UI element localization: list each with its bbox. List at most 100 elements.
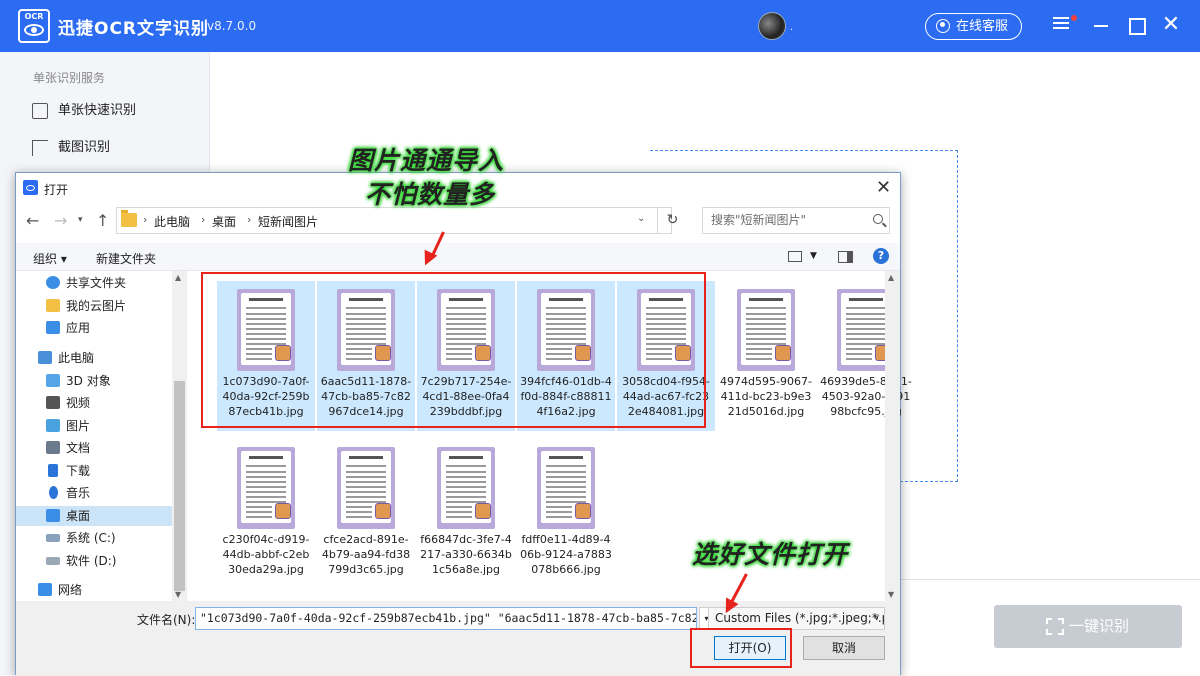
file-type-value: Custom Files (*.jpg;*.jpeg;*.p <box>715 611 885 625</box>
music-icon <box>49 486 58 499</box>
app-title: 迅捷OCR文字识别 <box>58 19 210 39</box>
back-arrow-icon[interactable]: ← <box>26 211 39 230</box>
filename-label: 文件名(N): <box>137 613 196 627</box>
file-name: f66847dc-3fe7-4217-a330-6634b1c56a8e.jpg <box>420 533 512 576</box>
sidebar-heading: 单张识别服务 <box>33 71 106 85</box>
crop-icon <box>32 140 48 156</box>
file-name: fdff0e11-4d89-406b-9124-a7883078b666.jpg <box>520 533 612 576</box>
notification-dot <box>1071 15 1077 21</box>
navigation-pane: 共享文件夹 我的云图片 应用 此电脑 3D 对象 视频 图片 文档 下载 音乐 … <box>16 271 187 601</box>
breadcrumb-item[interactable]: 短新闻图片 <box>258 213 318 230</box>
image-thumbnail <box>537 447 595 529</box>
nav-item-desktop[interactable]: 桌面 <box>16 506 172 526</box>
recognize-label: 一键识别 <box>1068 617 1129 635</box>
close-icon[interactable]: ✕ <box>1160 14 1182 36</box>
open-button-highlight <box>690 628 792 668</box>
documents-icon <box>46 441 60 454</box>
title-bar: OCR 迅捷OCR文字识别 v8.7.0.0 . 在线客服 ✕ <box>0 0 1200 52</box>
nav-item-3d-objects[interactable]: 3D 对象 <box>46 371 186 391</box>
image-thumbnail <box>437 447 495 529</box>
ocr-logo-icon: OCR <box>18 9 50 43</box>
callout-import-subtitle: 不怕数量多 <box>365 180 496 209</box>
folder-icon <box>121 210 137 227</box>
folder-icon <box>46 299 60 312</box>
image-thumbnail <box>237 447 295 529</box>
file-item[interactable]: 46939de5-8211-4503-92a0-f69198bcfc95.jpg <box>817 281 915 431</box>
sidebar-item-label: 截图识别 <box>58 140 111 155</box>
logo-text: OCR <box>24 12 44 21</box>
3d-objects-icon <box>46 374 60 387</box>
download-icon <box>48 464 58 477</box>
scan-icon <box>1046 618 1064 635</box>
app-small-icon <box>23 180 38 195</box>
view-mode-icon[interactable] <box>788 251 802 262</box>
dialog-toolbar: 组织 ▾ 新建文件夹 ▼ ? <box>16 243 900 271</box>
desktop-icon <box>46 509 60 522</box>
nav-item-apps[interactable]: 应用 <box>46 318 186 338</box>
online-service-button[interactable]: 在线客服 <box>925 13 1022 40</box>
view-dropdown-icon[interactable]: ▼ <box>810 251 817 261</box>
refresh-icon[interactable]: ↻ <box>657 207 687 234</box>
file-item[interactable]: fdff0e11-4d89-406b-9124-a7883078b666.jpg <box>517 439 615 589</box>
organize-button[interactable]: 组织 ▾ <box>33 250 67 267</box>
file-item[interactable]: c230f04c-d919-44db-abbf-c2eb30eda29a.jpg <box>217 439 315 589</box>
filename-input[interactable]: "1c073d90-7a0f-40da-92cf-259b87ecb41b.jp… <box>195 607 697 630</box>
sidebar-item-screenshot-recognize[interactable]: 截图识别 <box>30 138 110 158</box>
nav-scrollbar[interactable]: ▲ ▼ <box>172 271 187 601</box>
preview-pane-icon[interactable] <box>838 251 853 263</box>
nav-item-documents[interactable]: 文档 <box>46 438 186 458</box>
address-bar[interactable]: › 此电脑 › 桌面 › 短新闻图片 ⌄ ↻ <box>116 207 678 234</box>
recent-dropdown-icon[interactable]: ▾ <box>78 215 83 225</box>
dialog-title: 打开 <box>44 183 69 197</box>
menu-icon[interactable] <box>1050 14 1072 36</box>
search-icon <box>873 214 883 224</box>
nav-item-network[interactable]: 网络 <box>38 580 178 600</box>
sidebar-item-label: 单张快速识别 <box>58 103 137 118</box>
apps-icon <box>46 321 60 334</box>
dialog-close-icon[interactable]: ✕ <box>876 177 891 198</box>
new-folder-button[interactable]: 新建文件夹 <box>96 250 156 267</box>
image-thumbnail <box>337 447 395 529</box>
nav-item-this-pc[interactable]: 此电脑 <box>38 348 178 368</box>
nav-item-cloud-pictures[interactable]: 我的云图片 <box>46 296 186 316</box>
nav-item-drive-c[interactable]: 系统 (C:) <box>46 528 186 548</box>
minimize-icon[interactable] <box>1090 14 1112 36</box>
maximize-icon[interactable] <box>1125 14 1147 36</box>
callout-import-title: 图片通通导入 <box>348 146 505 175</box>
search-placeholder: 搜索"短新闻图片" <box>711 213 807 227</box>
drive-icon <box>46 534 60 542</box>
nav-item-drive-d[interactable]: 软件 (D:) <box>46 551 186 571</box>
nav-item-videos[interactable]: 视频 <box>46 393 186 413</box>
file-item[interactable]: 4974d595-9067-411d-bc23-b9e321d5016d.jpg <box>717 281 815 431</box>
user-avatar[interactable] <box>758 12 786 40</box>
file-name: c230f04c-d919-44db-abbf-c2eb30eda29a.jpg <box>222 533 310 576</box>
nav-item-downloads[interactable]: 下载 <box>46 461 186 481</box>
one-click-recognize-button[interactable]: 一键识别 <box>994 605 1182 648</box>
file-name: 4974d595-9067-411d-bc23-b9e321d5016d.jpg <box>720 375 812 418</box>
callout-open-file: 选好文件打开 <box>692 540 849 569</box>
network-icon <box>38 583 52 596</box>
nav-item-shared-folder[interactable]: 共享文件夹 <box>46 273 186 293</box>
image-thumbnail <box>737 289 795 371</box>
user-name: . <box>790 22 794 33</box>
computer-icon <box>38 351 52 364</box>
search-input[interactable]: 搜索"短新闻图片" <box>702 207 890 234</box>
cancel-button[interactable]: 取消 <box>803 636 885 660</box>
address-dropdown-icon[interactable]: ⌄ <box>637 213 645 224</box>
breadcrumb-item[interactable]: 桌面 <box>212 213 236 230</box>
video-icon <box>46 396 60 409</box>
user-service-icon <box>936 19 950 33</box>
online-service-label: 在线客服 <box>956 19 1009 34</box>
sidebar-item-quick-recognize[interactable]: 单张快速识别 <box>30 101 136 121</box>
help-icon[interactable]: ? <box>873 248 889 264</box>
up-arrow-icon[interactable]: ↑ <box>96 211 109 230</box>
nav-item-music[interactable]: 音乐 <box>46 483 186 503</box>
app-version: v8.7.0.0 <box>207 19 257 33</box>
nav-item-pictures[interactable]: 图片 <box>46 416 186 436</box>
file-item[interactable]: f66847dc-3fe7-4217-a330-6634b1c56a8e.jpg <box>417 439 515 589</box>
file-item[interactable]: cfce2acd-891e-4b79-aa94-fd38799d3c65.jpg <box>317 439 415 589</box>
breadcrumb-item[interactable]: 此电脑 <box>154 213 190 230</box>
chevron-down-icon: ∨ <box>873 613 880 623</box>
forward-arrow-icon[interactable]: → <box>54 211 67 230</box>
file-scrollbar[interactable]: ▲ ▼ <box>885 271 900 601</box>
